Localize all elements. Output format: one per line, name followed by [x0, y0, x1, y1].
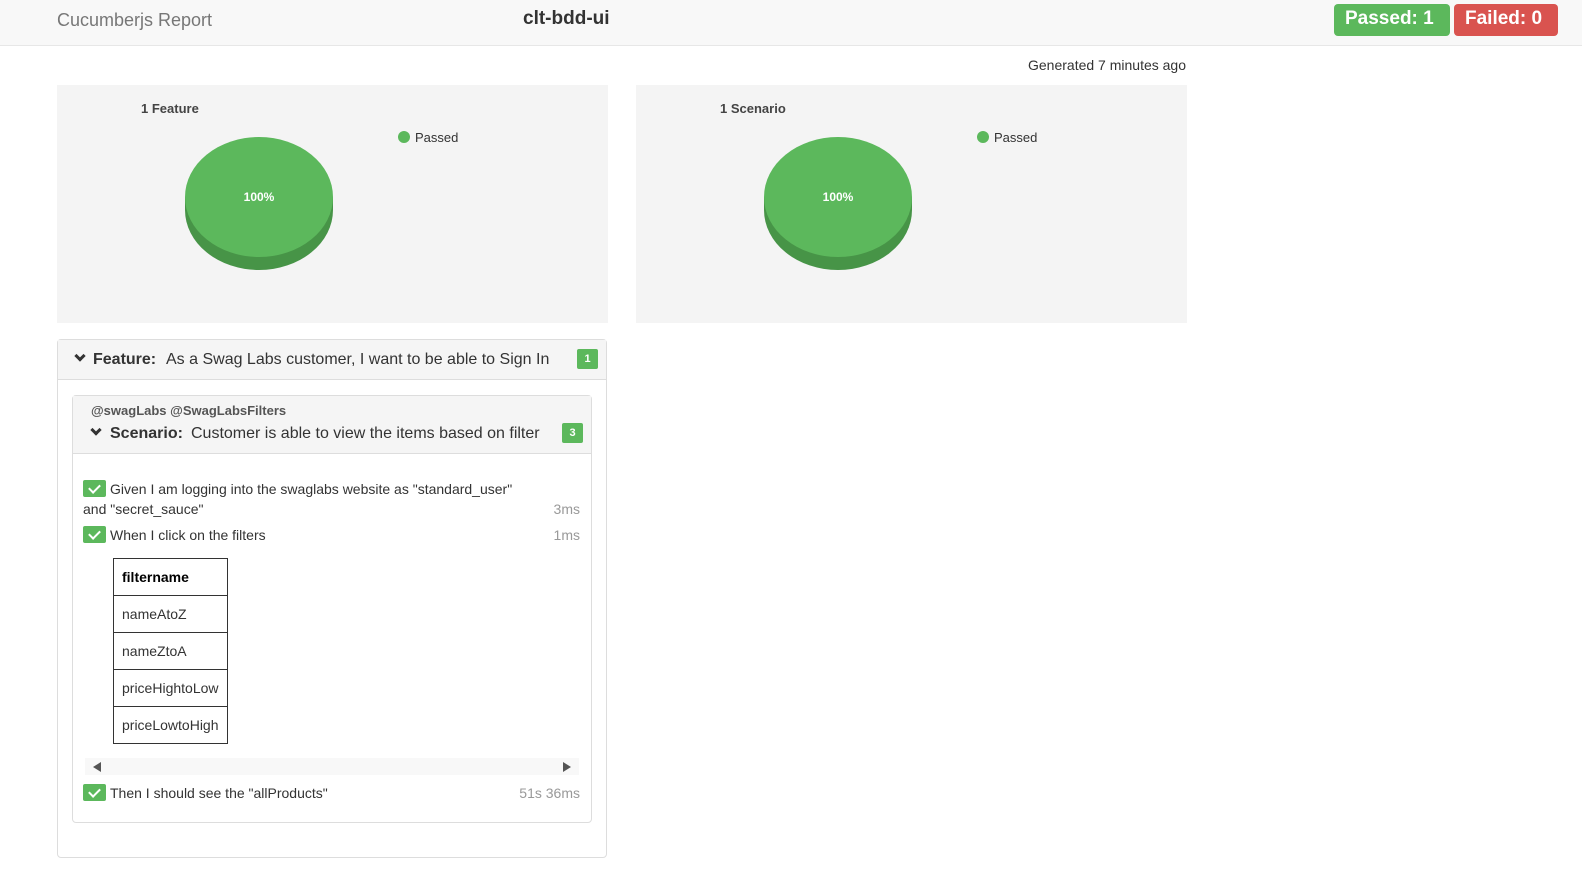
horizontal-scrollbar[interactable] [85, 758, 579, 775]
table-header-cell: filtername [113, 558, 228, 596]
top-navbar: Cucumberjs Report clt-bdd-ui Passed: 1 F… [0, 0, 1582, 46]
failed-count-badge: Failed: 0 [1454, 4, 1558, 36]
check-icon [83, 480, 106, 497]
chart-title: 1 Feature [141, 101, 199, 116]
scenario-step-count-badge: 3 [562, 423, 583, 443]
table-cell: priceHightoLow [113, 669, 228, 707]
step-duration: 3ms [553, 501, 580, 517]
passed-count-badge: Passed: 1 [1334, 4, 1450, 36]
scenario-heading[interactable]: @swagLabs @SwagLabsFilters Scenario: Cus… [73, 396, 591, 454]
legend-label: Passed [415, 130, 458, 145]
scroll-left-arrow-icon[interactable] [93, 762, 101, 772]
chevron-down-icon[interactable] [90, 424, 102, 436]
step-text: When I click on the filters [110, 527, 266, 543]
step-when: When I click on the filters 1ms [83, 525, 580, 545]
legend-marker [398, 131, 410, 143]
table-cell: priceLowtoHigh [113, 706, 228, 744]
step-text: Given I am logging into the swaglabs web… [83, 481, 513, 517]
filters-data-table: filtername nameAtoZ nameZtoA priceHighto… [113, 558, 228, 744]
chart-title: 1 Scenario [720, 101, 786, 116]
check-icon [83, 526, 106, 543]
scenarios-pie-chart: 1 Scenario Passed 100% [720, 101, 1037, 270]
scenarios-chart-panel: 1 Scenario Passed 100% [636, 85, 1187, 323]
step-duration: 51s 36ms [519, 785, 580, 801]
scenario-keyword: Scenario: [110, 425, 183, 442]
features-chart-panel: 1 Feature Passed 100% [57, 85, 608, 323]
brand-title[interactable]: Cucumberjs Report [57, 10, 212, 31]
scenario-panel: @swagLabs @SwagLabsFilters Scenario: Cus… [72, 395, 592, 823]
table-cell: nameZtoA [113, 632, 228, 670]
feature-keyword: Feature: [93, 351, 157, 368]
pie-data-label: 100% [823, 190, 854, 204]
step-given: Given I am logging into the swaglabs web… [83, 479, 580, 519]
table-cell: nameAtoZ [113, 595, 228, 633]
legend-label: Passed [994, 130, 1037, 145]
scenario-tags: @swagLabs @SwagLabsFilters [91, 403, 287, 418]
step-text: Then I should see the "allProducts" [110, 785, 328, 801]
generated-timestamp: Generated 7 minutes ago [1028, 57, 1186, 73]
check-icon [83, 784, 106, 801]
features-pie-chart: 1 Feature Passed 100% [141, 101, 458, 270]
step-duration: 1ms [553, 527, 580, 543]
project-name: clt-bdd-ui [523, 8, 610, 29]
feature-panel: Feature: As a Swag Labs customer, I want… [57, 339, 607, 858]
feature-name: As a Swag Labs customer, I want to be ab… [166, 351, 550, 368]
legend-marker [977, 131, 989, 143]
feature-heading[interactable]: Feature: As a Swag Labs customer, I want… [58, 340, 606, 380]
pie-data-label: 100% [244, 190, 275, 204]
scenario-name: Customer is able to view the items based… [191, 425, 540, 442]
step-then: Then I should see the "allProducts" 51s … [83, 783, 580, 803]
chevron-down-icon[interactable] [74, 350, 86, 362]
feature-scenario-count-badge: 1 [577, 349, 598, 369]
scroll-right-arrow-icon[interactable] [563, 762, 571, 772]
